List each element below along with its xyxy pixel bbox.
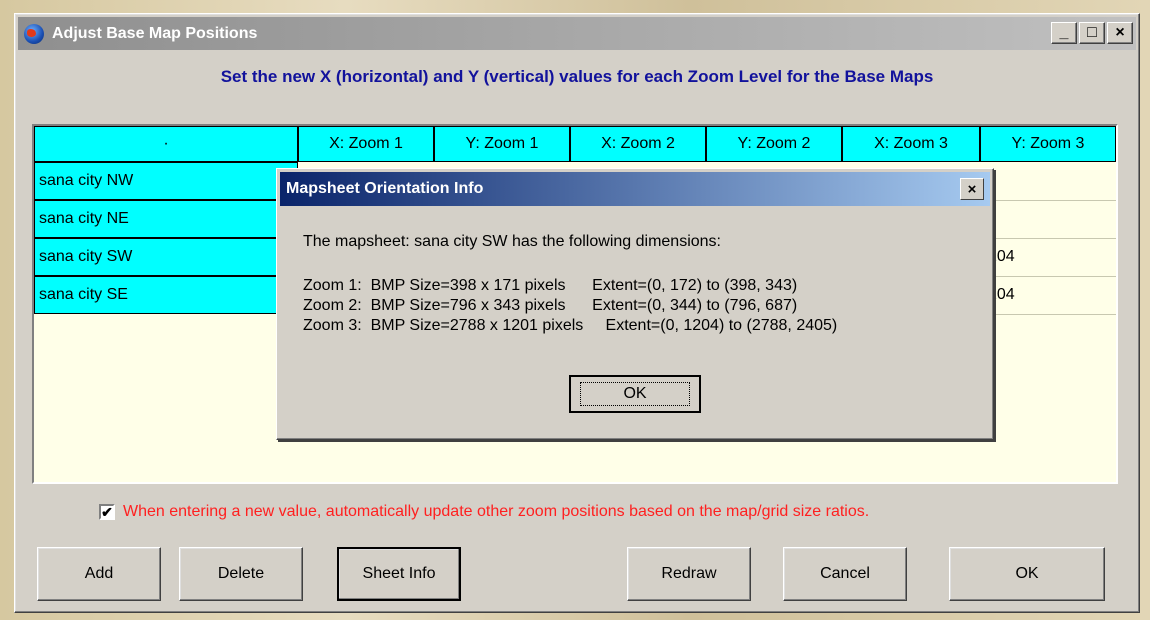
auto-update-option[interactable]: ✔ When entering a new value, automatical… <box>99 503 869 521</box>
dialog-zoom2-line: Zoom 2: BMP Size=796 x 343 pixels Extent… <box>303 297 798 314</box>
dialog-zoom1-line: Zoom 1: BMP Size=398 x 171 pixels Extent… <box>303 277 798 294</box>
cancel-button[interactable]: Cancel <box>783 547 907 601</box>
header-y-zoom3[interactable]: Y: Zoom 3 <box>980 126 1116 162</box>
dialog-title: Mapsheet Orientation Info <box>286 180 484 197</box>
header-x-zoom1[interactable]: X: Zoom 1 <box>298 126 434 162</box>
close-button[interactable]: × <box>1107 22 1133 44</box>
row-label-ne[interactable]: sana city NE <box>34 200 298 238</box>
auto-update-checkbox[interactable]: ✔ <box>99 504 115 520</box>
window-title: Adjust Base Map Positions <box>52 24 258 42</box>
dialog-zoom3-line: Zoom 3: BMP Size=2788 x 1201 pixels Exte… <box>303 317 838 334</box>
minimize-button[interactable]: _ <box>1051 22 1077 44</box>
row-label-nw[interactable]: sana city NW <box>34 162 298 200</box>
dialog-titlebar[interactable]: Mapsheet Orientation Info × <box>280 172 990 206</box>
sheet-info-button[interactable]: Sheet Info <box>337 547 461 601</box>
dialog-ok-button[interactable]: OK <box>569 375 701 413</box>
header-x-zoom2[interactable]: X: Zoom 2 <box>570 126 706 162</box>
dialog-close-button[interactable]: × <box>960 178 984 200</box>
window-titlebar[interactable]: Adjust Base Map Positions _ □ × <box>18 17 1136 50</box>
row-label-sw[interactable]: sana city SW <box>34 238 298 276</box>
dialog-intro-text: The mapsheet: sana city SW has the follo… <box>303 233 721 250</box>
header-y-zoom2[interactable]: Y: Zoom 2 <box>706 126 842 162</box>
mapsheet-info-dialog: Mapsheet Orientation Info × The mapsheet… <box>276 168 994 440</box>
row-label-se[interactable]: sana city SE <box>34 276 298 314</box>
ok-button[interactable]: OK <box>949 547 1105 601</box>
globe-icon <box>24 23 44 44</box>
maximize-button[interactable]: □ <box>1079 22 1105 44</box>
auto-update-label[interactable]: When entering a new value, automatically… <box>123 503 869 521</box>
header-y-zoom1[interactable]: Y: Zoom 1 <box>434 126 570 162</box>
add-button[interactable]: Add <box>37 547 161 601</box>
grid-corner-header: · <box>34 126 298 162</box>
redraw-button[interactable]: Redraw <box>627 547 751 601</box>
dialog-ok-label: OK <box>580 382 690 406</box>
instructions-heading: Set the new X (horizontal) and Y (vertic… <box>220 67 934 86</box>
header-x-zoom3[interactable]: X: Zoom 3 <box>842 126 980 162</box>
delete-button[interactable]: Delete <box>179 547 303 601</box>
